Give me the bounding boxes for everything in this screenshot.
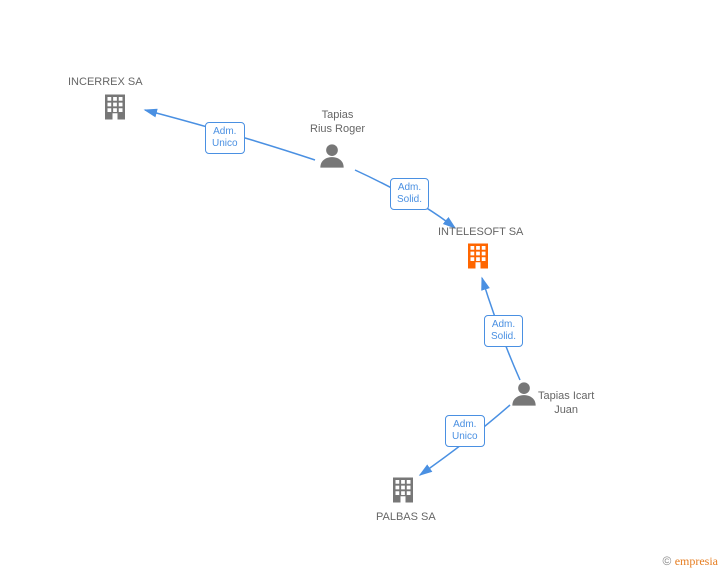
edge-label-adm-unico: Adm. Unico bbox=[205, 122, 245, 154]
person-label-line: Tapias bbox=[322, 109, 354, 121]
edge-label-line: Adm. bbox=[492, 319, 515, 330]
company-label-palbas: PALBAS SA bbox=[376, 510, 436, 524]
copyright-symbol: © bbox=[663, 554, 672, 568]
person-label-line: Rius Roger bbox=[310, 123, 365, 135]
person-label-line: Tapias Icart bbox=[538, 390, 594, 402]
edge-label-adm-unico: Adm. Unico bbox=[445, 415, 485, 447]
person-label-tapias-rius: Tapias Rius Roger bbox=[310, 108, 365, 137]
edge-label-adm-solid: Adm. Solid. bbox=[484, 315, 523, 347]
edge-label-line: Solid. bbox=[491, 331, 516, 342]
company-label-incerrex: INCERREX SA bbox=[68, 75, 143, 89]
footer-attribution: © empresia bbox=[663, 554, 719, 569]
person-icon bbox=[510, 380, 538, 411]
edge-label-line: Unico bbox=[452, 431, 478, 442]
person-icon bbox=[318, 142, 346, 173]
building-icon bbox=[100, 92, 130, 125]
building-icon bbox=[388, 475, 418, 508]
edge-label-line: Unico bbox=[212, 138, 238, 149]
building-icon-highlighted bbox=[463, 241, 493, 274]
edge-label-line: Adm. bbox=[398, 182, 421, 193]
company-label-intelesoft: INTELESOFT SA bbox=[438, 225, 523, 239]
edge-label-line: Adm. bbox=[213, 126, 236, 137]
edge-label-line: Solid. bbox=[397, 194, 422, 205]
person-label-tapias-icart: Tapias Icart Juan bbox=[538, 389, 594, 418]
person-label-line: Juan bbox=[554, 404, 578, 416]
edge-label-line: Adm. bbox=[453, 419, 476, 430]
edge-label-adm-solid: Adm. Solid. bbox=[390, 178, 429, 210]
brand-name: empresia bbox=[675, 554, 718, 568]
